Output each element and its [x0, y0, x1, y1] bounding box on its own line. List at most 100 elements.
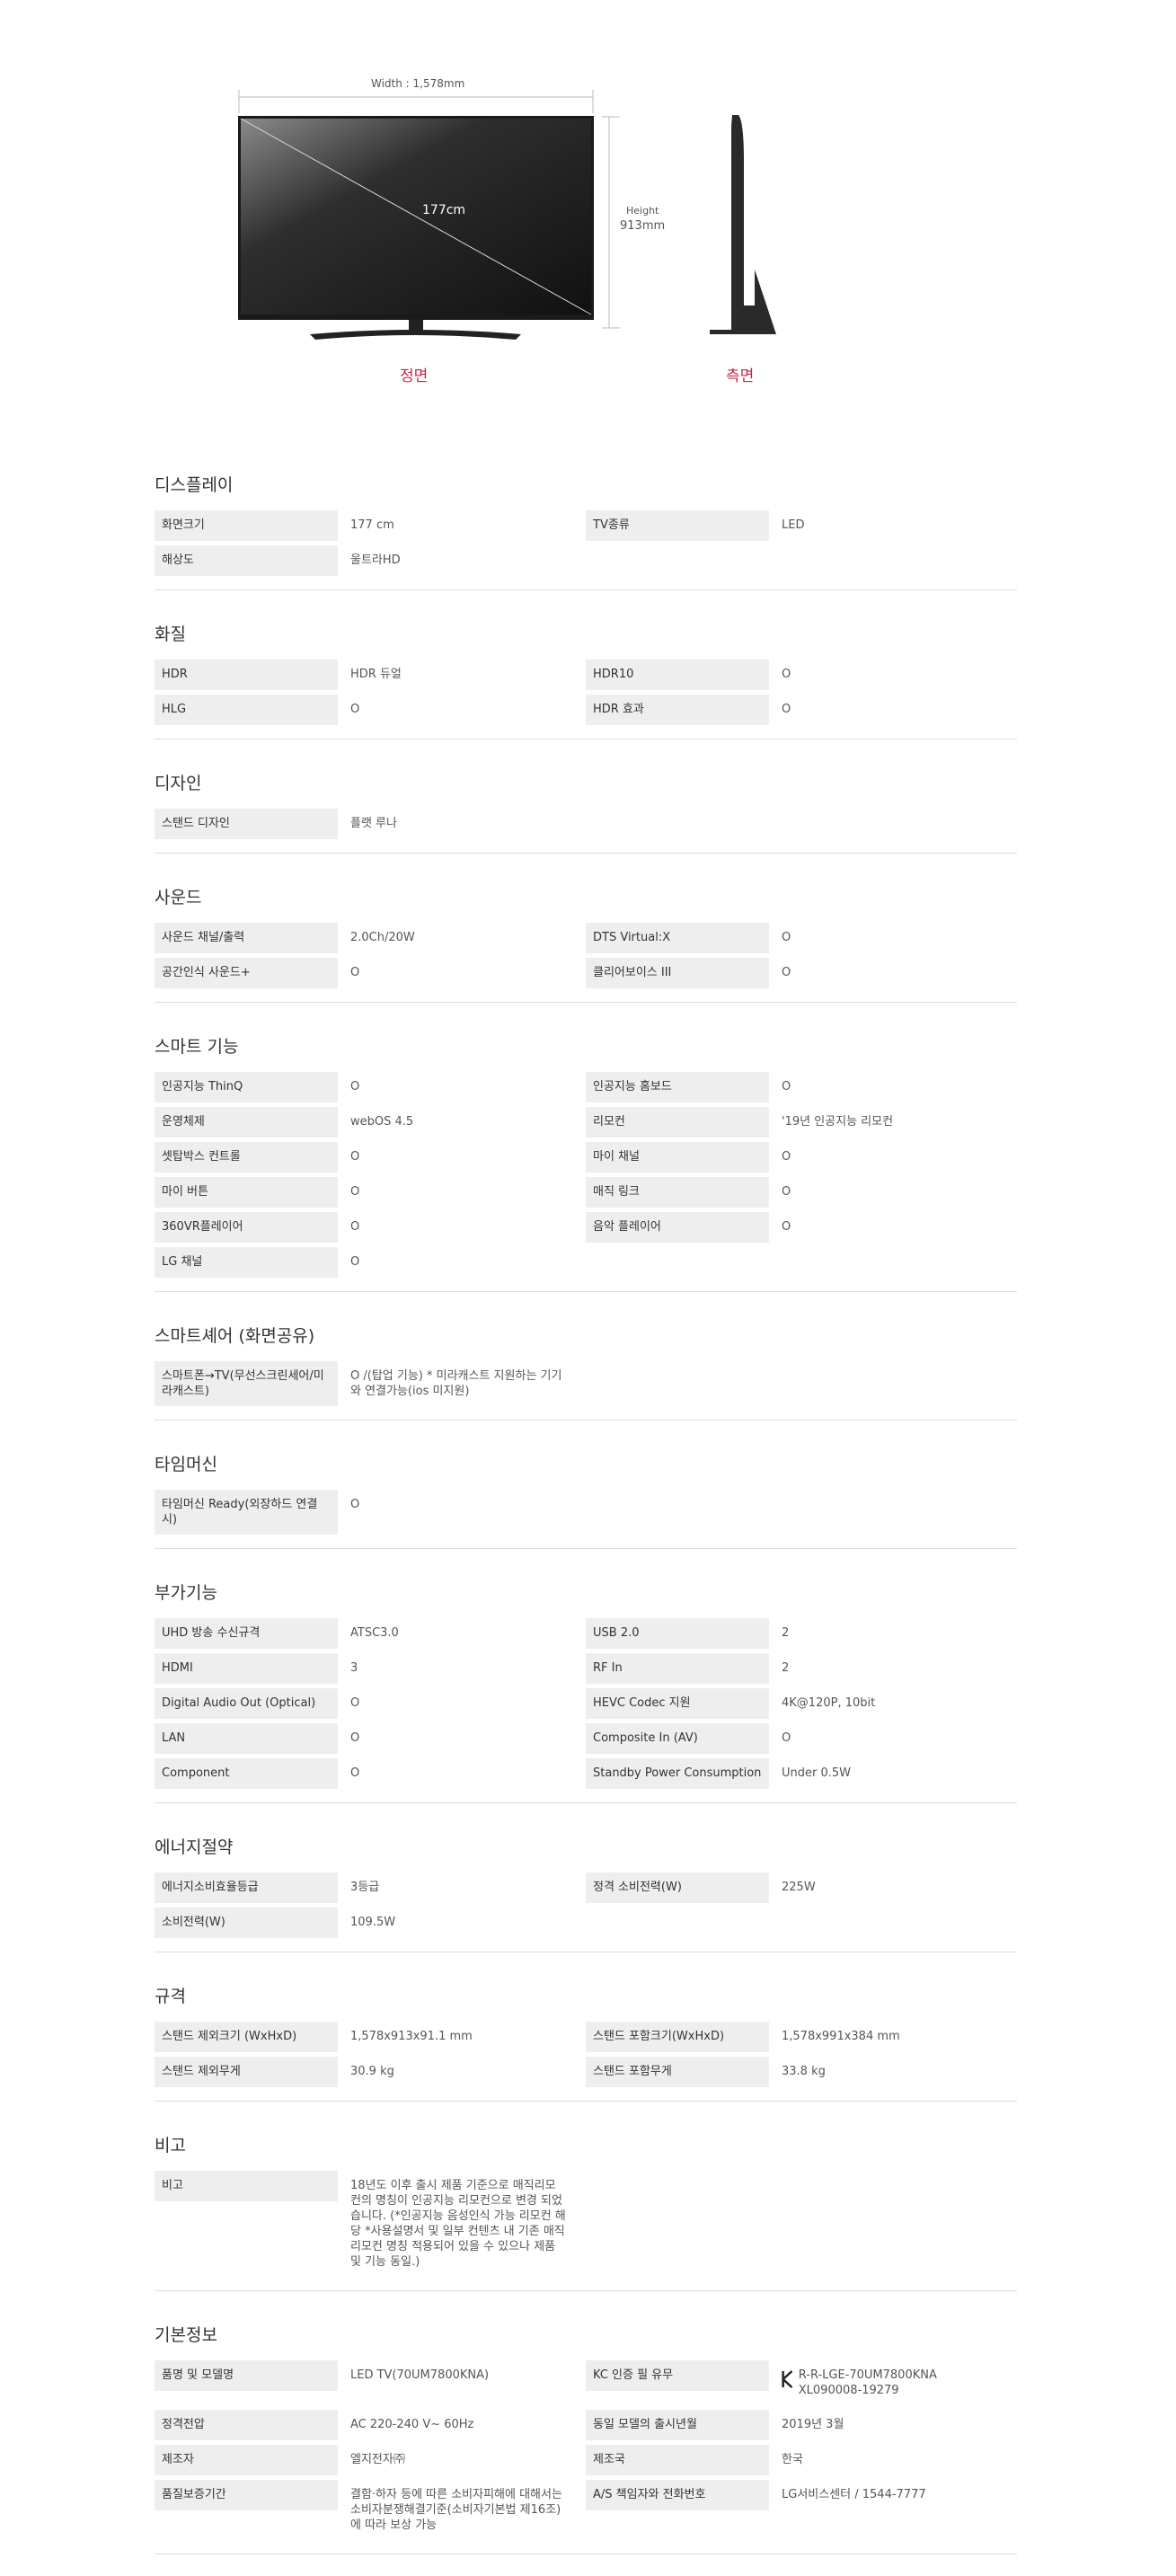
- spec-value: 1,578x991x384 mm: [782, 2030, 900, 2043]
- spec-key: 스탠드 디자인: [155, 809, 338, 839]
- spec-grid: 인공지능 ThinQ O 인공지능 홈보드 O 운영체제 webOS 4.5 리모컨 '19년…: [155, 1072, 1017, 1278]
- spec-value: O: [782, 1150, 791, 1164]
- spec-key: 정격전압: [155, 2410, 338, 2440]
- spec-key: 운영체제: [155, 1107, 338, 1138]
- spec-grid: UHD 방송 수신규격 ATSC3.0 USB 2.0 2 HDMI 3 RF In 2 Dig…: [155, 1618, 1017, 1789]
- spec-section: 비고 비고 18년도 이후 출시 제품 기준으로 매직리모컨의 명칭이 인공지능 리…: [155, 2123, 1017, 2291]
- spec-value: O: [350, 1080, 360, 1093]
- spec-page: Width : 1,578mm 177cm Height 913mm 정면 측면…: [0, 0, 1176, 2554]
- spec-value: 울트라HD: [350, 553, 401, 567]
- spec-key: 공간인식 사운드+: [155, 958, 338, 988]
- section-title: 부가기능: [155, 1583, 217, 1603]
- section-title: 디스플레이: [155, 475, 234, 495]
- spec-grid: HDR HDR 듀얼 HDR10 O HLG O HDR 효과 O: [155, 659, 1017, 725]
- spec-value: O: [350, 1220, 360, 1234]
- spec-value: 한국: [782, 2453, 803, 2466]
- spec-value: 3등급: [350, 1881, 380, 1894]
- spec-value: O: [782, 966, 791, 979]
- spec-key: RF In: [586, 1653, 769, 1684]
- spec-row: HLG O: [155, 695, 586, 725]
- spec-row: 소비전력(W) 109.5W: [155, 1908, 586, 1938]
- spec-key: 셋탑박스 컨트롤: [155, 1142, 338, 1173]
- spec-section: 화질 HDR HDR 듀얼 HDR10 O HLG O HDR 효과 O: [155, 612, 1017, 739]
- spec-value: 2: [782, 1661, 790, 1675]
- spec-row: 타임머신 Ready(외장하드 연결시) O: [155, 1490, 586, 1535]
- spec-row: Composite In (AV) O: [586, 1723, 1017, 1754]
- spec-row: 인공지능 ThinQ O: [155, 1072, 586, 1102]
- spec-value: O: [782, 668, 791, 681]
- spec-value: '19년 인공지능 리모컨: [782, 1115, 894, 1129]
- spec-value: 109.5W: [350, 1916, 396, 1929]
- section-title: 비고: [155, 2136, 186, 2156]
- spec-value: 33.8 kg: [782, 2065, 826, 2078]
- spec-row: 제조국 한국: [586, 2445, 1017, 2475]
- spec-key: Component: [155, 1758, 338, 1789]
- spec-row: 클리어보이스 III O: [586, 958, 1017, 988]
- section-title: 스마트셰어 (화면공유): [155, 1326, 315, 1346]
- spec-row: HDR10 O: [586, 659, 1017, 690]
- spec-row: A/S 책임자와 전화번호 LG서비스센터 / 1544-7777: [586, 2480, 1017, 2540]
- spec-row: LAN O: [155, 1723, 586, 1754]
- spec-value: O: [782, 1080, 791, 1093]
- spec-key: HEVC Codec 지원: [586, 1688, 769, 1719]
- spec-row: 스탠드 디자인 플랫 루나: [155, 809, 586, 839]
- spec-key: 스탠드 제외크기 (WxHxD): [155, 2022, 338, 2052]
- spec-value: O: [782, 1185, 791, 1199]
- spec-key: Digital Audio Out (Optical): [155, 1688, 338, 1719]
- spec-value: 4K@120P, 10bit: [782, 1696, 876, 1710]
- spec-value: 1,578x913x91.1 mm: [350, 2030, 473, 2043]
- spec-key: DTS Virtual:X: [586, 923, 769, 953]
- spec-row: 스탠드 제외크기 (WxHxD) 1,578x913x91.1 mm: [155, 2022, 586, 2052]
- spec-row: 셋탑박스 컨트롤 O: [155, 1142, 586, 1173]
- spec-value: O: [782, 703, 791, 716]
- spec-value: O: [350, 1150, 360, 1164]
- section-title: 규격: [155, 1987, 186, 2006]
- spec-value: 2: [782, 1626, 790, 1640]
- spec-row: 제조자 엘지전자㈜: [155, 2445, 586, 2475]
- spec-key: 클리어보이스 III: [586, 958, 769, 988]
- spec-key: 제조자: [155, 2445, 338, 2475]
- spec-row: 품명 및 모델명 LED TV(70UM7800KNA): [155, 2360, 586, 2405]
- spec-value: O: [350, 1498, 360, 1511]
- spec-section: 에너지절약 에너지소비효율등급 3등급 정격 소비전력(W) 225W 소비전력(W) 10…: [155, 1825, 1017, 1952]
- spec-value: HDR 듀얼: [350, 668, 402, 681]
- spec-grid: 타임머신 Ready(외장하드 연결시) O: [155, 1490, 1017, 1535]
- spec-value: ATSC3.0: [350, 1626, 399, 1640]
- spec-value: O: [782, 931, 791, 944]
- spec-value: LG서비스센터 / 1544-7777: [782, 2488, 926, 2501]
- spec-row: RF In 2: [586, 1653, 1017, 1684]
- spec-row: 스탠드 포함크기(WxHxD) 1,578x991x384 mm: [586, 2022, 1017, 2052]
- spec-row: 화면크기 177 cm: [155, 510, 586, 541]
- spec-value: O: [350, 703, 360, 716]
- spec-key: 스탠드 포함크기(WxHxD): [586, 2022, 769, 2052]
- spec-key: USB 2.0: [586, 1618, 769, 1649]
- spec-key: 소비전력(W): [155, 1908, 338, 1938]
- spec-key: 인공지능 ThinQ: [155, 1072, 338, 1102]
- spec-value-kc: R-R-LGE-70UM7800KNA XL090008-19279: [769, 2360, 1010, 2405]
- spec-row: HEVC Codec 지원 4K@120P, 10bit: [586, 1688, 1017, 1719]
- spec-row: 동일 모델의 출시년월 2019년 3월: [586, 2410, 1017, 2440]
- spec-key: 360VR플레이어: [155, 1212, 338, 1243]
- side-view-label: 측면: [726, 367, 755, 385]
- spec-value: Under 0.5W: [782, 1766, 852, 1780]
- spec-key: HDMI: [155, 1653, 338, 1684]
- spec-key: TV종류: [586, 510, 769, 541]
- spec-row: Digital Audio Out (Optical) O: [155, 1688, 586, 1719]
- spec-key: 비고: [155, 2171, 338, 2201]
- spec-key: 해상도: [155, 545, 338, 576]
- spec-key: Standby Power Consumption: [586, 1758, 769, 1789]
- spec-section: 스마트 기능 인공지능 ThinQ O 인공지능 홈보드 O 운영체제 webOS 4.5 리…: [155, 1024, 1017, 1292]
- spec-key: HDR: [155, 659, 338, 690]
- section-title: 에너지절약: [155, 1837, 234, 1857]
- spec-key: 타임머신 Ready(외장하드 연결시): [155, 1490, 338, 1535]
- spec-value: O: [782, 1220, 791, 1234]
- spec-row: 에너지소비효율등급 3등급: [155, 1872, 586, 1903]
- spec-row: HDMI 3: [155, 1653, 586, 1684]
- spec-key: 동일 모델의 출시년월: [586, 2410, 769, 2440]
- spec-section: 기본정보 품명 및 모델명 LED TV(70UM7800KNA) KC 인증 필 유…: [155, 2313, 1017, 2554]
- spec-key: 품명 및 모델명: [155, 2360, 338, 2391]
- spec-key: 정격 소비전력(W): [586, 1872, 769, 1903]
- spec-key: 스탠드 포함무게: [586, 2057, 769, 2087]
- spec-row: 운영체제 webOS 4.5: [155, 1107, 586, 1138]
- section-title: 기본정보: [155, 2325, 217, 2345]
